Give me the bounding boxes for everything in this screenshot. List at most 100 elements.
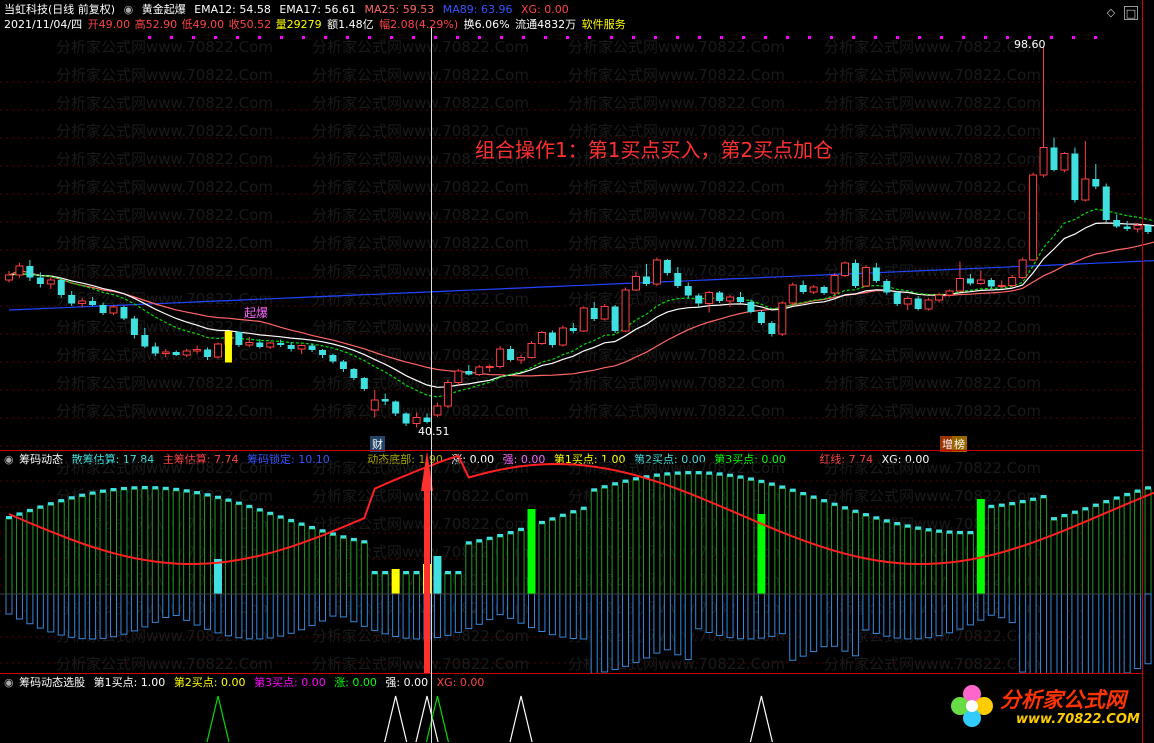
chip-lower-bar bbox=[538, 593, 546, 632]
watermark-text: 分析家公式网www.70822.Com bbox=[824, 402, 1041, 420]
chip-lower-bar bbox=[851, 593, 859, 657]
signal-dot bbox=[214, 36, 217, 39]
signal-dot bbox=[808, 36, 811, 39]
chip-cyan-top bbox=[350, 537, 357, 541]
chip-upper-bar bbox=[110, 490, 117, 595]
chip-upper-bar bbox=[517, 530, 525, 595]
signal-dot bbox=[720, 36, 723, 39]
chip-upper-bar bbox=[601, 487, 609, 595]
chip-upper-bar bbox=[245, 507, 253, 595]
signal-dot bbox=[390, 36, 393, 39]
chip-cyan-top bbox=[361, 540, 368, 544]
chip-upper-bar bbox=[872, 518, 880, 595]
chip-upper-bar bbox=[841, 508, 849, 595]
signal-triangle bbox=[749, 695, 773, 743]
chip-upper-bar bbox=[183, 491, 191, 595]
signal-dot bbox=[192, 36, 195, 39]
chip-upper-bar bbox=[78, 496, 86, 595]
buy-signal-bar bbox=[976, 499, 985, 594]
chip-upper-bar bbox=[1134, 491, 1142, 595]
candle-body bbox=[830, 275, 839, 294]
watermark-text: 分析家公式网www.70822.Com bbox=[312, 94, 529, 112]
chip-lower-bar bbox=[183, 593, 191, 621]
chip-lower-bar bbox=[486, 593, 494, 621]
chip-cyan-top bbox=[204, 493, 211, 497]
chip-cyan-top bbox=[47, 502, 54, 506]
price-chart[interactable]: 分析家公式网www.70822.Com 分析家公式网www.70822.Com 分析… bbox=[0, 0, 1154, 450]
chip-cyan-top bbox=[486, 536, 493, 540]
chip-lower-bar bbox=[590, 593, 598, 673]
candle-body bbox=[1081, 178, 1090, 201]
candle-body bbox=[621, 289, 630, 332]
candle-body bbox=[841, 262, 849, 276]
chip-lower-bar bbox=[768, 593, 776, 637]
chip-cyan-top bbox=[319, 529, 326, 533]
chip-lower-bar bbox=[580, 593, 588, 640]
chip-upper-bar bbox=[851, 512, 859, 595]
signal-dot bbox=[302, 36, 305, 39]
chip-lower-bar bbox=[224, 593, 232, 637]
chip-upper-bar bbox=[507, 533, 515, 595]
candle-body bbox=[465, 371, 473, 375]
chip-upper-bar bbox=[36, 507, 44, 595]
chip-lower-bar bbox=[444, 593, 452, 636]
crosshair-line[interactable] bbox=[431, 28, 432, 743]
chip-upper-bar bbox=[663, 474, 671, 595]
chip-upper-bar bbox=[15, 514, 23, 595]
candle-body bbox=[737, 297, 744, 302]
watermark-text: 分析家公式网www.70822.Com bbox=[56, 290, 273, 308]
signal-dot bbox=[764, 36, 767, 39]
chip-lower-bar bbox=[245, 593, 253, 640]
candle-body bbox=[204, 349, 212, 357]
chip-lower-bar bbox=[204, 593, 212, 630]
watermark-text: 分析家公式网www.70822.Com bbox=[56, 94, 273, 112]
chip-cyan-top bbox=[183, 489, 190, 493]
chip-cyan-top bbox=[549, 517, 556, 521]
candle-body bbox=[611, 306, 619, 331]
chip-upper-bar bbox=[224, 501, 232, 595]
watermark-text: 分析家公式网www.70822.Com bbox=[56, 262, 273, 280]
candle-body bbox=[370, 399, 379, 411]
panel-divider[interactable] bbox=[0, 673, 1142, 674]
chip-lower-bar bbox=[287, 593, 295, 634]
panel-divider[interactable] bbox=[0, 450, 1142, 451]
chip-cyan-top bbox=[465, 541, 472, 545]
watermark-text: 分析家公式网www.70822.Com bbox=[56, 66, 273, 84]
candle-body bbox=[788, 284, 797, 304]
watermark-text: 分析家公式网www.70822.Com bbox=[56, 206, 273, 224]
watermark-text: 分析家公式网www.70822.Com bbox=[312, 66, 529, 84]
chip-lower-bar bbox=[329, 593, 337, 617]
chip-lower-bar bbox=[266, 593, 274, 639]
candle-body bbox=[1144, 225, 1152, 232]
indicator-panel-select[interactable]: ◉ 筹码动态选股 第1买点: 1.00 第2买点: 0.00 第3买点: 0.0… bbox=[0, 674, 1154, 743]
candle-body bbox=[1018, 259, 1027, 278]
chip-indicator-chart[interactable]: 分析家公式网www.70822.Com 分析家公式网www.70822.Com 分析… bbox=[0, 451, 1154, 673]
chip-upper-bar bbox=[57, 501, 65, 595]
indicator-panel-chip[interactable]: ◉ 筹码动态 散筹估算: 17.84 主筹估算: 7.74 筹码锁定: 10.1… bbox=[0, 451, 1154, 673]
candle-body bbox=[214, 343, 222, 358]
chip-upper-bar bbox=[1123, 495, 1131, 595]
chip-cyan-top bbox=[518, 527, 525, 531]
chip-lower-bar bbox=[235, 593, 243, 639]
chip-lower-bar bbox=[15, 593, 23, 620]
signal-dot bbox=[258, 36, 261, 39]
candle-body bbox=[1039, 147, 1048, 176]
chip-upper-bar bbox=[339, 537, 347, 595]
chip-upper-bar bbox=[789, 491, 797, 595]
chip-upper-bar bbox=[799, 494, 807, 595]
chip-cyan-top bbox=[1103, 499, 1110, 503]
chip-lower-bar bbox=[130, 593, 138, 632]
chip-cyan-top bbox=[1145, 486, 1152, 490]
site-logo[interactable]: 分析家公式网 www.70822.COM bbox=[948, 680, 1144, 738]
chip-cyan-top bbox=[1082, 507, 1089, 511]
chip-lower-bar bbox=[820, 593, 828, 648]
price-panel[interactable]: 当虹科技(日线 前复权) ◉ 黄金起爆 EMA12: 54.58 EMA17: … bbox=[0, 0, 1154, 452]
candle-body bbox=[15, 265, 24, 276]
signal-dot bbox=[742, 36, 745, 39]
chip-upper-bar bbox=[632, 479, 640, 595]
chip-upper-bar bbox=[946, 532, 953, 595]
chip-upper-bar bbox=[204, 495, 212, 595]
candle-body bbox=[339, 361, 347, 369]
chip-cyan-top bbox=[1030, 497, 1037, 501]
chip-cyan-top bbox=[904, 524, 911, 528]
